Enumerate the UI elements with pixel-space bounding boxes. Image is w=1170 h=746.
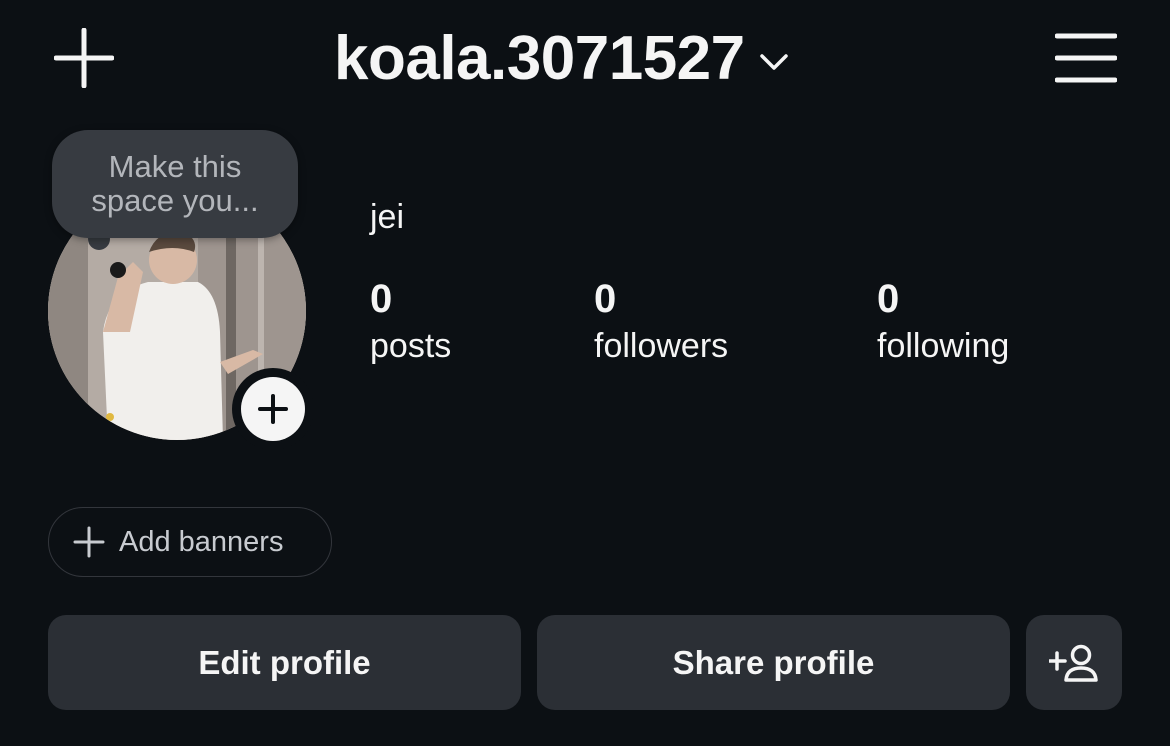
add-banners-label: Add banners (119, 525, 284, 558)
chevron-down-icon (759, 52, 789, 72)
note-bubble-tail-dot (110, 262, 126, 278)
stat-label: following (877, 327, 1010, 365)
stat-posts[interactable]: 0 posts (370, 278, 451, 368)
stat-label: followers (594, 327, 729, 365)
plus-icon (73, 526, 105, 558)
hamburger-menu-icon (1055, 33, 1117, 83)
discover-people-button[interactable] (1026, 615, 1122, 710)
stat-value: 0 (370, 277, 393, 321)
share-profile-button[interactable]: Share profile (537, 615, 1010, 710)
create-new-button[interactable] (52, 26, 116, 90)
edit-profile-button[interactable]: Edit profile (48, 615, 521, 710)
stat-followers[interactable]: 0 followers (594, 278, 728, 368)
stat-label: posts (370, 327, 452, 365)
add-banners-button[interactable]: Add banners (48, 507, 332, 577)
share-profile-label: Share profile (672, 643, 875, 681)
note-bubble[interactable]: Make this space you... (52, 130, 298, 238)
profile-page: koala.3071527 Make this space you... jei… (0, 0, 1170, 746)
note-text: Make this space you... (91, 149, 259, 218)
plus-icon (258, 394, 288, 424)
menu-button[interactable] (1054, 26, 1118, 90)
plus-icon (54, 28, 114, 88)
username: koala.3071527 (334, 23, 745, 93)
stat-value: 0 (877, 277, 900, 321)
display-name: jei (370, 198, 405, 236)
stat-following[interactable]: 0 following (877, 278, 1009, 368)
edit-profile-label: Edit profile (198, 643, 371, 681)
add-person-icon (1049, 644, 1098, 682)
add-story-button[interactable] (232, 368, 314, 450)
stat-value: 0 (594, 277, 617, 321)
account-switcher[interactable]: koala.3071527 (334, 22, 789, 94)
